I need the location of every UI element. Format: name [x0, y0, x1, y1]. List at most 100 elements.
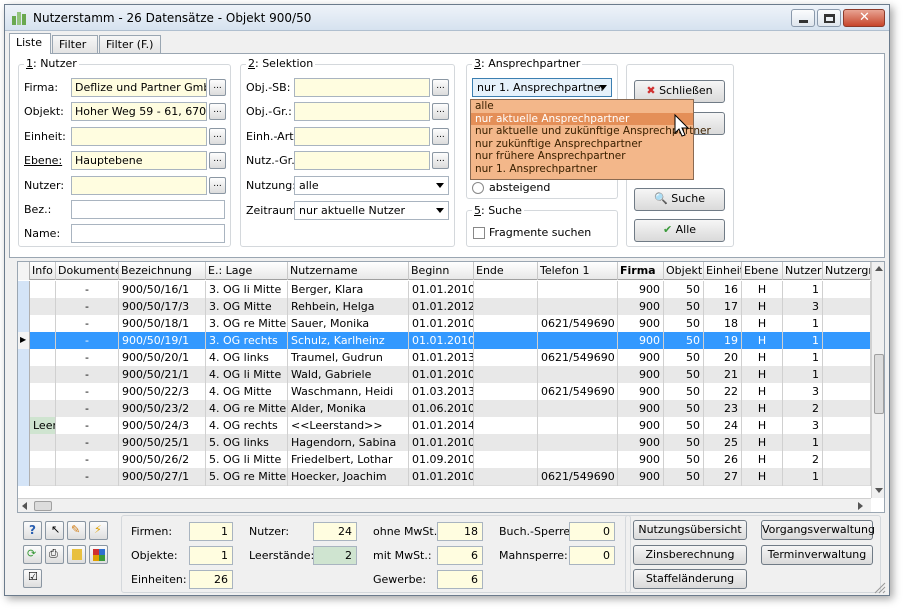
dropdown-option[interactable]: nur frühere Ansprechpartner [471, 150, 693, 163]
column-header[interactable]: Dokumente [56, 262, 119, 280]
nutzung-select[interactable]: alle [294, 176, 449, 195]
row-indicator[interactable] [18, 366, 30, 384]
ansprechpartner-select[interactable]: nur 1. Ansprechpartner [472, 78, 612, 97]
help-icon[interactable]: ? [23, 521, 42, 540]
table-row[interactable]: -900/50/17/3 3. OG Mitte Rehbein, Helga 01.… [18, 298, 871, 316]
row-indicator[interactable]: ▶ [18, 332, 30, 350]
minimize-button[interactable] [791, 9, 815, 27]
nutzer-field[interactable] [71, 176, 207, 195]
row-indicator[interactable] [18, 315, 30, 333]
row-indicator[interactable] [18, 298, 30, 316]
table-row[interactable]: -900/50/20/1 4. OG links Traumel, Gudrun 01… [18, 349, 871, 367]
dropdown-option[interactable]: alle [471, 100, 693, 113]
column-header[interactable]: Ebene [742, 262, 783, 280]
ebene-browse-button[interactable]: ... [209, 152, 226, 169]
objgr-field[interactable] [294, 102, 430, 121]
column-header[interactable]: E.: Lage [206, 262, 288, 280]
row-indicator[interactable] [18, 434, 30, 452]
terminverwaltung-button[interactable]: Terminverwaltung [761, 545, 873, 565]
objekt-field[interactable]: Hoher Weg 59 - 61, 67059 [71, 102, 207, 121]
table-row[interactable]: -900/50/18/1 3. OG re Mitte Sauer, Monika 0… [18, 315, 871, 333]
zinsberechnung-button[interactable]: Zinsberechnung [633, 545, 747, 565]
column-header[interactable]: Firma [618, 262, 664, 280]
table-row[interactable]: -900/50/16/1 3. OG li Mitte Berger, Klara 0… [18, 281, 871, 299]
print-icon[interactable]: ⎙ [45, 545, 64, 564]
objsb-browse-button[interactable]: ... [432, 79, 449, 96]
tab-filter-f[interactable]: Filter (F.) [99, 35, 161, 53]
scroll-down-icon[interactable] [875, 488, 883, 493]
dropdown-option[interactable]: nur 1. Ansprechpartner [471, 163, 693, 176]
tab-liste[interactable]: Liste [9, 33, 51, 54]
einheit-browse-button[interactable]: ... [209, 128, 226, 145]
bez-field[interactable] [71, 200, 225, 219]
column-header[interactable]: Einheit [704, 262, 742, 280]
firma-browse-button[interactable]: ... [209, 79, 226, 96]
table-row[interactable]: -900/50/26/2 5. OG li Mitte Friedelbert, L… [18, 451, 871, 469]
column-header[interactable]: Telefon 1 [538, 262, 618, 280]
vorgangsverwaltung-button[interactable]: Vorgangsverwaltung [761, 520, 875, 540]
vertical-scrollbar[interactable] [871, 262, 884, 498]
dropdown-option[interactable]: nur zukünftige Ansprechpartner [471, 138, 693, 151]
nutzer-browse-button[interactable]: ... [209, 177, 226, 194]
column-header[interactable]: Nutzername [288, 262, 409, 280]
maximize-button[interactable] [817, 9, 841, 27]
table-row[interactable]: Leer -900/50/24/3 4. OG rechts <<Leerstand>… [18, 417, 871, 435]
close-button[interactable]: ✕ [843, 9, 885, 27]
staffelaenderung-button[interactable]: Staffeländerung [633, 569, 747, 589]
row-indicator[interactable] [18, 451, 30, 469]
resize-grip-icon[interactable] [873, 581, 887, 595]
nutzgr-browse-button[interactable]: ... [432, 152, 449, 169]
table-row[interactable]: -900/50/21/1 4. OG li Mitte Wald, Gabriele… [18, 366, 871, 384]
dropdown-option[interactable]: nur aktuelle Ansprechpartner [471, 112, 693, 126]
alle-button[interactable]: ✔ Alle [634, 219, 725, 242]
suche-button[interactable]: 🔍 Suche [634, 188, 725, 211]
scroll-up-icon[interactable] [875, 266, 883, 271]
column-header[interactable]: Beginn [409, 262, 474, 280]
edit-icon[interactable]: ✎ [67, 521, 86, 540]
einheit-field[interactable] [71, 127, 207, 146]
hscroll-thumb[interactable] [34, 501, 52, 511]
einhart-field[interactable] [294, 127, 430, 146]
table-row[interactable]: -900/50/27/1 5. OG re Mitte Hoecker, Joach… [18, 468, 871, 486]
nutzgr-field[interactable] [294, 151, 430, 170]
table-row[interactable]: ▶ -900/50/19/1 3. OG rechts Schulz, Karlhei… [18, 332, 871, 350]
column-header[interactable]: Info [30, 262, 56, 280]
horizontal-scrollbar[interactable] [18, 498, 871, 512]
absteigend-radio[interactable] [472, 182, 484, 194]
row-indicator[interactable] [18, 383, 30, 401]
scroll-right-icon[interactable] [858, 502, 863, 510]
column-header[interactable]: Bezeichnung [119, 262, 206, 280]
scroll-thumb[interactable] [874, 354, 884, 414]
objsb-field[interactable] [294, 78, 430, 97]
row-indicator[interactable] [18, 400, 30, 418]
colors-icon[interactable] [89, 545, 108, 564]
nutzungsuebersicht-button[interactable]: Nutzungsübersicht [633, 520, 747, 540]
zeitraum-select[interactable]: nur aktuelle Nutzer [294, 201, 449, 220]
column-header[interactable]: Nutzer [783, 262, 823, 280]
checkbox-icon[interactable]: ☑ [23, 569, 42, 588]
export-icon[interactable] [67, 545, 86, 564]
firma-field[interactable]: Deflize und Partner GmbH [71, 78, 207, 97]
dropdown-option[interactable]: nur aktuelle und zukünftige Ansprechpart… [471, 125, 711, 138]
einhart-browse-button[interactable]: ... [432, 128, 449, 145]
fragmente-checkbox[interactable] [473, 227, 485, 239]
pointer-icon[interactable]: ↖ [45, 521, 64, 540]
table-row[interactable]: -900/50/25/1 5. OG links Hagendorn, Sabina… [18, 434, 871, 452]
row-indicator[interactable] [18, 417, 30, 435]
objekt-browse-button[interactable]: ... [209, 103, 226, 120]
title-bar[interactable]: Nutzerstamm - 26 Datensätze - Objekt 900… [5, 5, 889, 31]
row-indicator[interactable] [18, 468, 30, 486]
column-header[interactable]: Nutzergru [823, 262, 871, 280]
ebene-field[interactable]: Hauptebene [71, 151, 207, 170]
table-row[interactable]: -900/50/22/3 4. OG Mitte Waschmann, Heidi 0… [18, 383, 871, 401]
name-field[interactable] [71, 224, 225, 243]
table-row[interactable]: -900/50/23/2 4. OG re Mitte Alder, Monika 0… [18, 400, 871, 418]
objgr-browse-button[interactable]: ... [432, 103, 449, 120]
tab-filter[interactable]: Filter [52, 35, 98, 53]
lightning-icon[interactable]: ⚡ [89, 521, 108, 540]
column-header[interactable]: Ende [474, 262, 538, 280]
row-indicator[interactable] [18, 349, 30, 367]
scroll-left-icon[interactable] [22, 502, 27, 510]
column-header[interactable]: Objekt [664, 262, 704, 280]
row-indicator[interactable] [18, 281, 30, 299]
